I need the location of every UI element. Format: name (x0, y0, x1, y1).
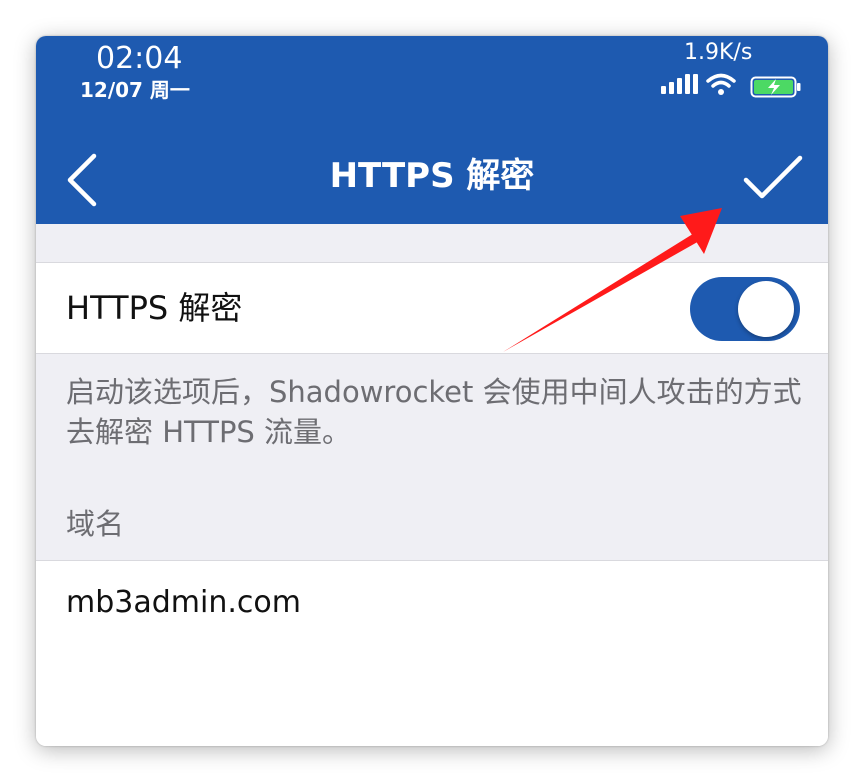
battery-charging-icon (750, 76, 801, 98)
status-time: 02:04 (96, 41, 183, 76)
nav-header: 02:04 12/07 周一 1.9K/s HTTPS 解密 (36, 36, 828, 224)
app-window: 02:04 12/07 周一 1.9K/s HTTPS 解密 HTTPS 解密 … (36, 36, 828, 746)
wifi-icon (706, 73, 736, 95)
https-decrypt-row: HTTPS 解密 (36, 263, 828, 354)
domain-value[interactable]: mb3admin.com (66, 583, 301, 623)
network-speed: 1.9K/s (684, 40, 753, 65)
domain-row[interactable]: mb3admin.com (36, 561, 828, 746)
page-title: HTTPS 解密 (329, 156, 535, 196)
toggle-description: 启动该选项后，Shadowrocket 会使用中间人攻击的方式去解密 HTTPS… (66, 375, 802, 449)
settings-footer: 启动该选项后，Shadowrocket 会使用中间人攻击的方式去解密 HTTPS… (36, 354, 828, 561)
section-spacer (36, 224, 828, 263)
checkmark-icon[interactable] (742, 154, 804, 202)
back-button[interactable] (62, 150, 102, 210)
https-decrypt-label: HTTPS 解密 (66, 289, 243, 327)
status-date: 12/07 周一 (80, 78, 190, 102)
https-decrypt-toggle[interactable] (690, 277, 800, 341)
toggle-knob (738, 281, 794, 337)
domain-section-header: 域名 (66, 507, 125, 541)
signal-icon (661, 74, 698, 94)
